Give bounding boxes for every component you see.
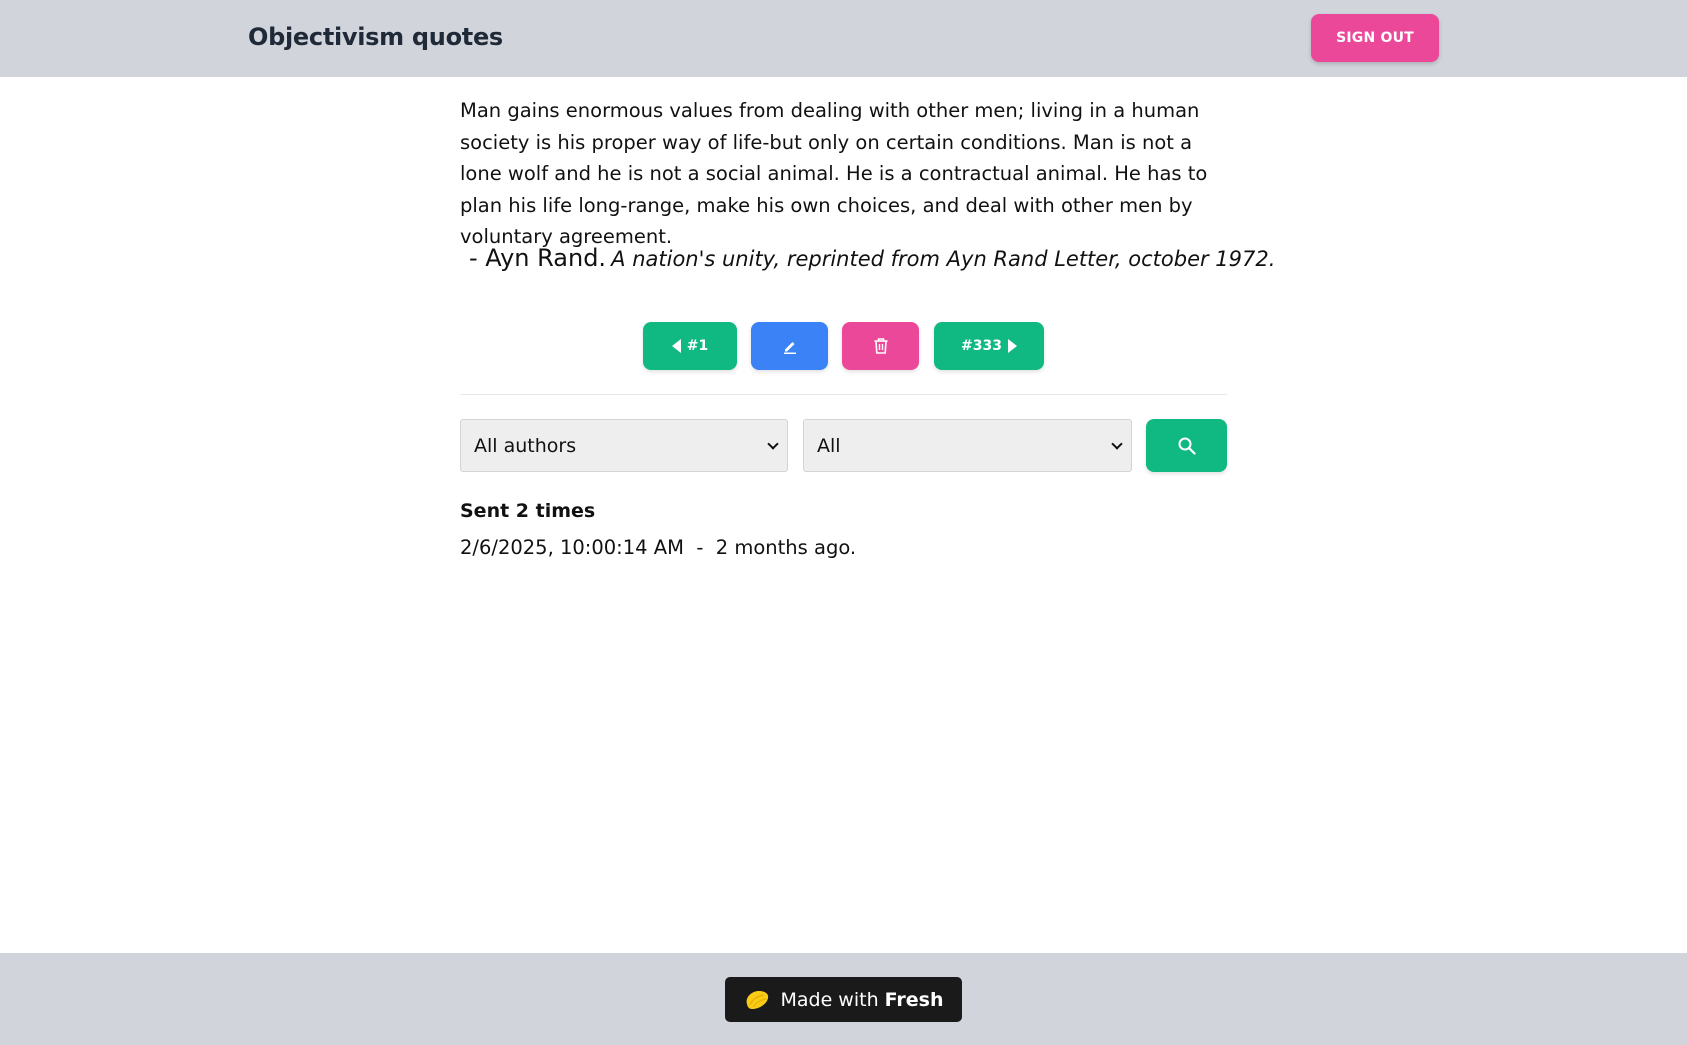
quote-attribution: - Ayn Rand. A nation's unity, reprinted … [469,244,1275,272]
top-bar: Objectivism quotes SIGN OUT [0,0,1687,77]
pencil-icon [783,342,796,354]
previous-quote-button[interactable]: #1 [643,322,737,370]
sent-count: Sent 2 times [460,500,596,522]
search-icon [1178,437,1196,455]
category-select[interactable]: All [803,419,1132,472]
previous-quote-label: #1 [686,338,709,354]
caret-right-icon [1007,339,1017,353]
lemon-icon [747,990,769,1009]
caret-left-icon [671,339,681,353]
sign-out-button[interactable]: SIGN OUT [1311,14,1439,62]
quote-source: A nation's unity, reprinted from Ayn Ran… [611,247,1276,271]
fresh-brand-text: Fresh [884,988,944,1011]
divider [460,394,1227,395]
category-select-value: All [817,434,841,457]
author-select[interactable]: All authors [460,419,788,472]
trash-icon [874,338,887,354]
next-quote-button[interactable]: #333 [934,322,1044,370]
quote-author: - Ayn Rand. [469,244,607,272]
made-with-text: Made with [780,988,879,1011]
quote-text: Man gains enormous values from dealing w… [460,99,1208,248]
made-with-fresh-badge[interactable]: Made with Fresh [725,977,962,1022]
filter-bar: All authors All [460,419,1227,472]
author-select-value: All authors [474,434,577,457]
chevron-down-icon [1111,438,1123,450]
footer: Made with Fresh [0,953,1687,1045]
next-quote-label: #333 [961,338,1002,354]
delete-quote-button[interactable] [842,322,919,370]
last-sent-timestamp: 2/6/2025, 10:00:14 AM - 2 months ago. [460,536,857,559]
quote-actions: #1 #333 [460,322,1227,370]
search-button[interactable] [1146,419,1227,472]
app-title[interactable]: Objectivism quotes [248,23,503,51]
edit-quote-button[interactable] [751,322,828,370]
made-with-label: Made with Fresh [780,989,943,1011]
chevron-down-icon [767,438,779,450]
